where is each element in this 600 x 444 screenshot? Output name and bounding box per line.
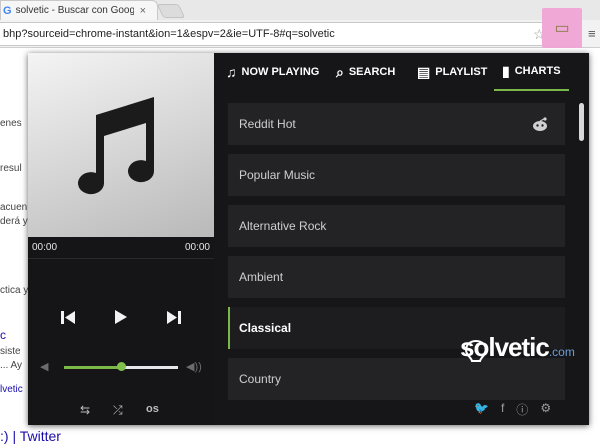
- album-cover: [28, 53, 214, 237]
- browser-tab[interactable]: G solvetic - Buscar con Goog ×: [0, 0, 158, 20]
- music-note-small-icon: ♫: [226, 64, 237, 80]
- browser-chrome: G solvetic - Buscar con Goog × bhp?sourc…: [0, 0, 600, 48]
- previous-icon: [61, 310, 75, 324]
- chart-item[interactable]: Alternative Rock: [228, 205, 565, 247]
- play-button[interactable]: [113, 309, 129, 325]
- reddit-icon: [533, 117, 547, 131]
- footer-icons: 🐦 f ⓘ ⚙: [474, 401, 551, 418]
- watermark-domain: .com: [548, 345, 575, 359]
- address-bar[interactable]: bhp?sourceid=chrome-instant&ion=1&espv=2…: [0, 22, 558, 46]
- repeat-icon[interactable]: ⇆: [80, 403, 90, 417]
- chart-item[interactable]: Reddit Hot: [228, 103, 565, 145]
- chart-item-label: Popular Music: [239, 168, 316, 182]
- tab-label: CHARTS: [514, 65, 561, 77]
- previous-button[interactable]: [60, 309, 76, 325]
- bg-text: ctica y: [0, 285, 29, 296]
- tab-label: NOW PLAYING: [241, 66, 320, 78]
- tab-charts[interactable]: ▮ CHARTS: [494, 53, 569, 91]
- tab-close-icon[interactable]: ×: [140, 5, 146, 17]
- chart-bars-icon: ▮: [502, 62, 510, 79]
- watermark: solvetic.com: [460, 332, 575, 363]
- volume-max-icon[interactable]: ◀)): [186, 360, 202, 373]
- chart-item-label: Classical: [239, 321, 292, 335]
- browser-menu-icon[interactable]: ≡: [588, 26, 596, 41]
- watermark-brand: solvetic: [460, 332, 550, 362]
- chart-item-label: Country: [239, 372, 282, 386]
- play-icon: [115, 310, 127, 324]
- music-player-popup: 00:00 00:00 ◀ ◀)) ⇆ ⤮ os ♫ NOW PLAYING ⌕…: [28, 53, 589, 425]
- tab-label: SEARCH: [348, 66, 396, 78]
- bg-text: ... Ay: [0, 360, 23, 371]
- nav-bar: ♫ NOW PLAYING ⌕ SEARCH ▤ PLAYLIST ▮ CHAR…: [214, 53, 589, 91]
- chart-item-label: Ambient: [239, 270, 284, 284]
- chart-item[interactable]: Popular Music: [228, 154, 565, 196]
- tab-label: PLAYLIST: [435, 66, 488, 78]
- bg-link[interactable]: lvetic: [0, 384, 23, 395]
- bg-text: acuen: [0, 202, 28, 213]
- charts-list: Reddit Hot Popular Music Alternative Rock A…: [228, 103, 565, 409]
- settings-gear-icon[interactable]: ⚙: [540, 401, 551, 418]
- volume-slider[interactable]: [64, 362, 178, 371]
- bg-link[interactable]: c: [0, 328, 6, 342]
- chart-item-label: Reddit Hot: [239, 117, 296, 131]
- tab-playlist[interactable]: ▤ PLAYLIST: [417, 53, 487, 91]
- volume-knob[interactable]: [117, 362, 126, 371]
- shuffle-icon[interactable]: ⤮: [113, 403, 123, 418]
- google-favicon-icon: G: [3, 4, 12, 17]
- bg-twitter-link[interactable]: :) | Twitter: [0, 428, 61, 444]
- bg-text: siste: [0, 346, 21, 357]
- info-icon[interactable]: ⓘ: [516, 401, 528, 418]
- volume-mute-icon[interactable]: ◀: [40, 360, 48, 373]
- tab-search[interactable]: ⌕ SEARCH: [336, 53, 395, 91]
- bg-text: derá y: [0, 216, 28, 227]
- tab-now-playing[interactable]: ♫ NOW PLAYING: [226, 53, 319, 91]
- extension-button[interactable]: ▭: [542, 8, 582, 48]
- scrollbar[interactable]: [579, 103, 584, 141]
- total-time: 00:00: [184, 242, 210, 253]
- music-note-icon: [78, 97, 155, 195]
- chart-item-label: Alternative Rock: [239, 219, 327, 233]
- bg-text: resul: [0, 163, 22, 174]
- url-text: bhp?sourceid=chrome-instant&ion=1&espv=2…: [3, 28, 335, 40]
- facebook-icon[interactable]: f: [501, 401, 504, 418]
- progress-row[interactable]: 00:00 00:00: [28, 237, 214, 259]
- lastfm-icon[interactable]: os: [146, 403, 159, 415]
- next-icon: [167, 310, 181, 324]
- current-time: 00:00: [32, 242, 58, 253]
- tab-title: solvetic - Buscar con Goog: [15, 5, 134, 16]
- bg-text: enes: [0, 118, 22, 129]
- playlist-icon: ▤: [417, 63, 431, 80]
- twitter-icon[interactable]: 🐦: [474, 401, 489, 418]
- tab-strip: G solvetic - Buscar con Goog ×: [0, 0, 600, 20]
- extension-icon: ▭: [554, 20, 570, 37]
- search-icon: ⌕: [336, 63, 344, 80]
- player-panel: 00:00 00:00 ◀ ◀)) ⇆ ⤮ os: [28, 53, 214, 425]
- volume-fill: [64, 366, 121, 369]
- chart-item[interactable]: Ambient: [228, 256, 565, 298]
- chart-item[interactable]: Country: [228, 358, 565, 400]
- new-tab-button[interactable]: [156, 4, 186, 18]
- next-button[interactable]: [166, 309, 182, 325]
